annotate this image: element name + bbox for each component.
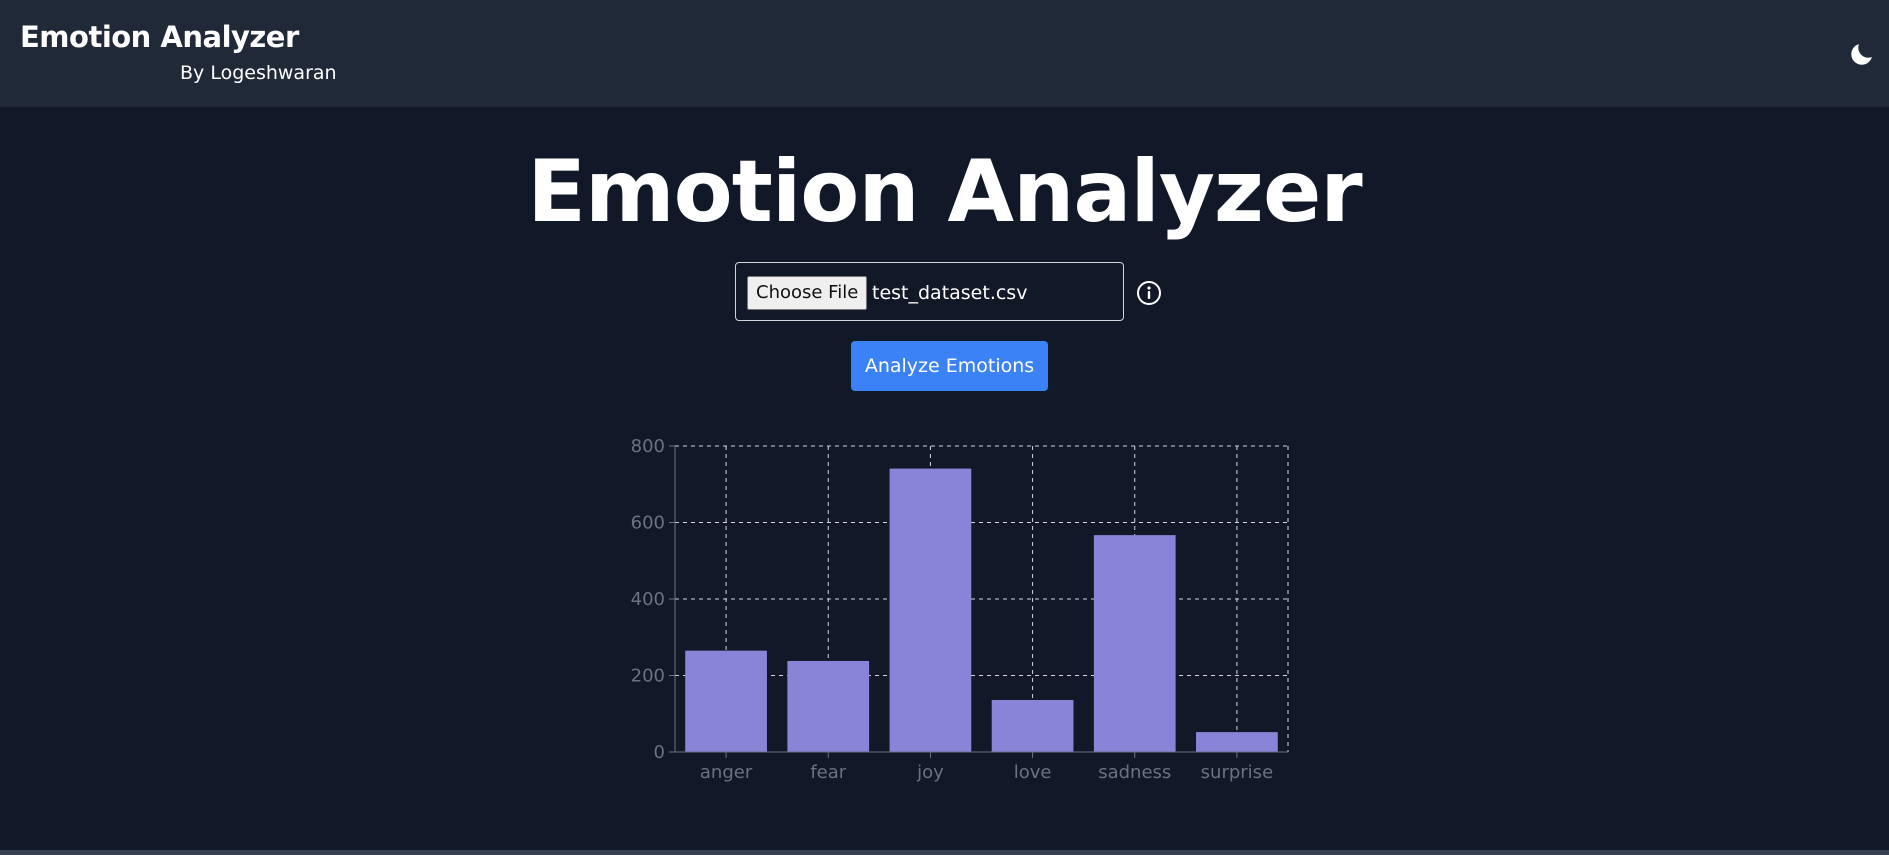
x-tick-label: fear xyxy=(810,762,846,783)
y-tick-label: 400 xyxy=(631,589,665,610)
bar-love[interactable] xyxy=(991,699,1074,752)
choose-file-button[interactable]: Choose File xyxy=(747,276,868,310)
x-tick-label: joy xyxy=(916,762,944,783)
moon-icon[interactable] xyxy=(1848,40,1876,68)
x-tick-label: surprise xyxy=(1201,762,1273,783)
bar-surprise[interactable] xyxy=(1196,732,1278,752)
y-tick-label: 600 xyxy=(631,513,665,534)
file-input[interactable]: Choose File test_dataset.csv xyxy=(735,262,1124,321)
bar-fear[interactable] xyxy=(787,660,870,752)
bar-joy[interactable] xyxy=(889,468,972,752)
analyze-emotions-button[interactable]: Analyze Emotions xyxy=(851,341,1048,391)
emotion-bar-chart: 0 200 400 600 800 anger fear joy love sadness surp… xyxy=(631,436,1289,783)
y-tick-label: 200 xyxy=(631,666,665,687)
app-subtitle: By Logeshwaran xyxy=(180,62,337,84)
x-tick-label: sadness xyxy=(1098,762,1171,783)
bar-anger[interactable] xyxy=(685,650,767,752)
x-tick-label: love xyxy=(1014,762,1052,783)
chart-bars xyxy=(685,468,1278,752)
y-tick-label: 0 xyxy=(654,742,665,763)
page-title: Emotion Analyzer xyxy=(527,142,1362,242)
chart-grid xyxy=(675,445,1289,752)
y-tick-label: 800 xyxy=(631,436,665,457)
navbar: Emotion Analyzer By Logeshwaran xyxy=(0,0,1889,107)
selected-file-name: test_dataset.csv xyxy=(872,282,1028,304)
x-tick-label: anger xyxy=(700,762,753,783)
info-icon[interactable] xyxy=(1136,280,1162,306)
app-title: Emotion Analyzer xyxy=(20,20,299,54)
bar-sadness[interactable] xyxy=(1093,535,1176,752)
bottom-bar xyxy=(0,850,1889,855)
